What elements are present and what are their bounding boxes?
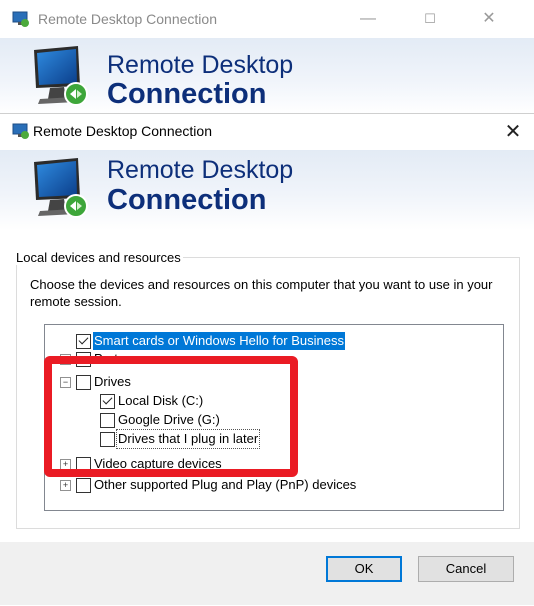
- close-icon[interactable]: ✕: [498, 118, 528, 146]
- maximize-icon[interactable]: ☐: [407, 6, 453, 32]
- dialog-banner: Remote Desktop Connection: [0, 150, 534, 230]
- monitor-icon: [34, 46, 88, 106]
- expand-icon[interactable]: +: [60, 480, 71, 491]
- cancel-button[interactable]: Cancel: [418, 556, 514, 582]
- group-label: Local devices and resources: [14, 250, 183, 265]
- monitor-icon: [34, 158, 88, 218]
- background-close-icon[interactable]: ✕: [466, 6, 512, 32]
- background-banner: Remote Desktop Connection: [0, 38, 534, 114]
- highlight-annotation-box: [44, 356, 298, 477]
- tree-item-smart-cards[interactable]: Smart cards or Windows Hello for Busines…: [45, 332, 501, 350]
- background-title-text: Remote Desktop Connection: [38, 11, 217, 27]
- remote-desktop-app-icon: [12, 123, 29, 139]
- tree-item-label: Smart cards or Windows Hello for Busines…: [93, 332, 345, 350]
- tree-item-label: Other supported Plug and Play (PnP) devi…: [94, 477, 357, 492]
- dialog-title-bar: Remote Desktop Connection ✕: [0, 114, 534, 150]
- dialog-title-text: Remote Desktop Connection: [33, 123, 212, 139]
- background-banner-line2: Connection: [107, 78, 267, 110]
- remote-desktop-app-icon: [12, 11, 29, 27]
- dialog-footer: OK Cancel: [0, 542, 534, 605]
- background-banner-line1: Remote Desktop: [107, 51, 294, 79]
- smart-cards-checkbox[interactable]: [76, 334, 91, 349]
- group-description: Choose the devices and resources on this…: [30, 277, 493, 309]
- banner-title-line2: Connection: [107, 184, 267, 216]
- background-title-bar: Remote Desktop Connection — ☐ ✕: [0, 0, 534, 38]
- minimize-icon[interactable]: —: [345, 6, 391, 32]
- tree-item-other-pnp[interactable]: + Other supported Plug and Play (PnP) de…: [45, 476, 501, 494]
- ok-button[interactable]: OK: [326, 556, 402, 582]
- other-pnp-checkbox[interactable]: [76, 478, 91, 493]
- banner-title-line1: Remote Desktop: [107, 156, 294, 184]
